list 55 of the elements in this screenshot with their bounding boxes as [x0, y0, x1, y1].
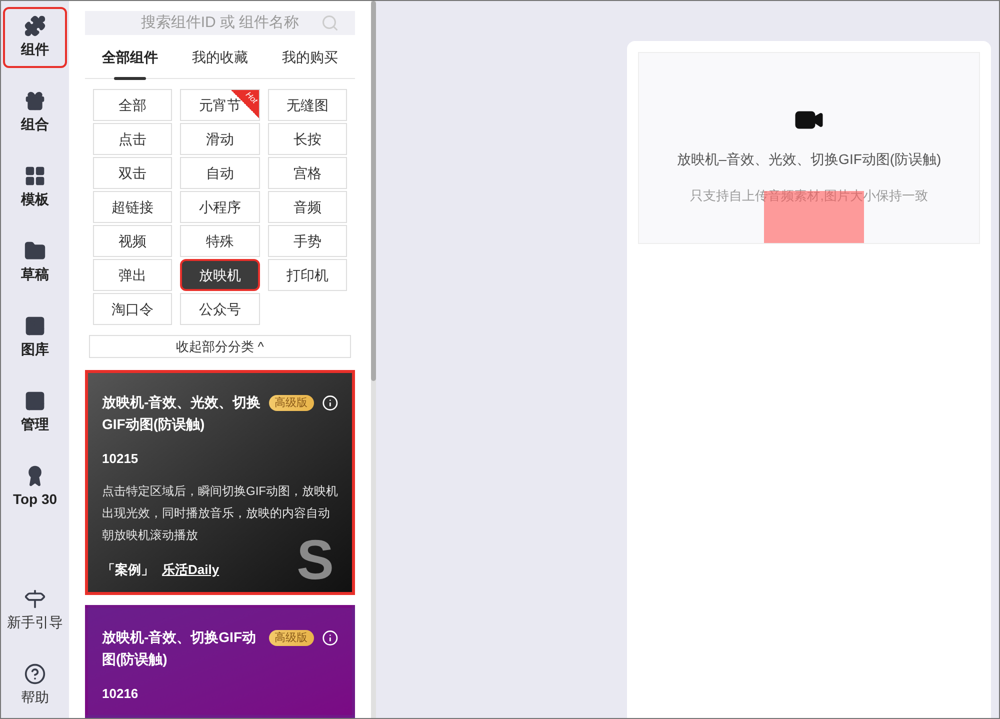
category-button[interactable]: 自动	[180, 157, 260, 190]
help-icon	[24, 663, 46, 685]
tab[interactable]: 我的购买	[282, 47, 338, 78]
premium-badge: 高级版	[268, 630, 314, 646]
case-label: 「案例」	[102, 561, 154, 579]
nav-item[interactable]: Top 30	[3, 457, 67, 518]
nav-item[interactable]: 帮助	[3, 655, 67, 716]
nav-item[interactable]: 组件	[3, 7, 67, 68]
grid-icon	[24, 165, 46, 187]
category-button[interactable]: 淘口令	[93, 293, 172, 326]
tab[interactable]: 全部组件	[102, 47, 158, 78]
puzzle-icon	[24, 15, 46, 37]
category-button[interactable]: 弹出	[93, 259, 172, 292]
nav-item[interactable]: 草稿	[3, 232, 67, 293]
folder-icon	[24, 240, 46, 262]
nav-item[interactable]: 组合	[3, 82, 67, 143]
category-button[interactable]: 滑动	[180, 123, 260, 156]
component-card[interactable]: S 放映机-音效、光效、切换GIF动图(防误触) 高级版 10215 点击特定区域后，瞬间切换GIF动图，放映机出现光效，同时播放音乐，放映的内容自动朝放映机滚动播放 「案例」 乐活Daily	[85, 370, 355, 594]
collapse-button[interactable]: 收起部分分类 ^	[89, 335, 351, 358]
category-button[interactable]: 元宵节 Hot	[180, 89, 260, 122]
signpost-icon	[24, 588, 46, 610]
category-button[interactable]: 打印机	[268, 259, 347, 292]
premium-badge: 高级版	[268, 394, 314, 411]
category-button[interactable]: 宫格	[268, 157, 347, 190]
component-id: 10215	[102, 450, 140, 468]
category-button[interactable]: 音频	[268, 191, 347, 224]
nav-item[interactable]: 新手引导	[3, 580, 67, 641]
category-button[interactable]: 小程序	[180, 191, 260, 224]
tab[interactable]: 我的收藏	[192, 47, 248, 78]
category-button[interactable]: 双击	[93, 157, 172, 190]
component-card[interactable]: 放映机-音效、切换GIF动图(防误触) 高级版 10216	[85, 604, 355, 718]
category-button[interactable]: 手势	[268, 225, 347, 258]
category-button[interactable]: 公众号	[180, 293, 260, 326]
nav-item[interactable]: 图库	[3, 307, 67, 368]
card-title: 放映机-音效、切换GIF动图(防误触)	[102, 628, 257, 669]
info-icon[interactable]	[322, 394, 338, 412]
category-button[interactable]: 放映机	[180, 259, 260, 292]
case-link[interactable]: 乐活Daily	[162, 560, 220, 580]
category-button[interactable]: 长按	[268, 123, 347, 156]
watermark-letter: S	[296, 532, 334, 588]
info-icon[interactable]	[322, 628, 338, 646]
search-field[interactable]: 搜索组件ID 或 组件名称	[85, 11, 355, 36]
category-button[interactable]: 超链接	[93, 191, 172, 224]
nav-item[interactable]: 管理	[3, 382, 67, 443]
category-button[interactable]: 视频	[93, 225, 172, 258]
category-button[interactable]: 特殊	[180, 225, 260, 258]
preview-title: 放映机–音效、光效、切换GIF动图(防误触)	[676, 150, 942, 169]
gift-icon	[24, 90, 46, 112]
search-icon	[321, 14, 339, 32]
category-button[interactable]: 全部	[93, 89, 172, 122]
card-title: 放映机-音效、光效、切换GIF动图(防误触)	[102, 392, 261, 434]
category-button[interactable]: 点击	[93, 123, 172, 156]
nav-item[interactable]: 模板	[3, 157, 67, 218]
category-button[interactable]: 无缝图	[268, 89, 347, 122]
component-id: 10216	[102, 684, 140, 702]
